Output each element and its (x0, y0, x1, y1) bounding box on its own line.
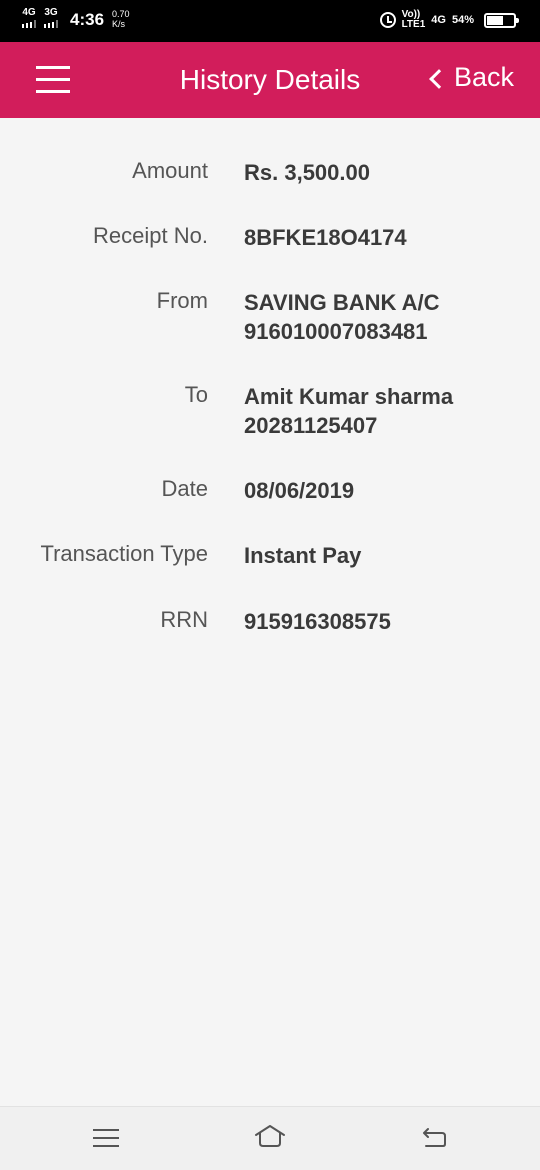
detail-label: Amount (132, 158, 208, 183)
payee-name: Amit Kumar sharma (244, 384, 454, 409)
detail-value: Instant Pay (244, 543, 362, 568)
detail-label: RRN (160, 607, 208, 632)
network-type-1: 4G (22, 7, 36, 18)
network-type-2: 3G (44, 7, 58, 18)
detail-label: Date (161, 476, 208, 501)
recent-apps-icon[interactable] (93, 1129, 119, 1153)
detail-label: Transaction Type (40, 541, 208, 566)
status-bar: 4G 3G 4:36 0.70 K/s Vo)) LTE1 4G 54% (0, 0, 540, 42)
signal-icon: 4G (22, 8, 36, 28)
detail-value: Rs. 3,500.00 (244, 160, 370, 185)
detail-value: 915916308575 (244, 609, 391, 634)
detail-value: 08/06/2019 (244, 478, 355, 503)
network-type-right: 4G (431, 14, 446, 26)
status-time: 4:36 (70, 10, 105, 29)
detail-label: From (156, 288, 208, 313)
alarm-icon (379, 12, 396, 28)
detail-value: Amit Kumar sharma 20281125407 (244, 382, 534, 440)
back-button[interactable]: Back (429, 62, 514, 93)
detail-label: Receipt No. (93, 223, 208, 248)
account-number: 916010007083481 (244, 319, 428, 344)
back-nav-icon[interactable] (420, 1125, 448, 1149)
battery-percent: 54% (451, 14, 474, 26)
chevron-left-icon (429, 68, 449, 89)
detail-value: 8BFKE18O4174 (244, 225, 407, 250)
volte-indicator: Vo)) LTE1 (401, 9, 426, 30)
network-speed: 0.70 K/s (112, 9, 130, 29)
detail-label: To (184, 382, 208, 407)
battery-icon (484, 12, 519, 28)
payee-account: 20281125407 (244, 413, 378, 438)
details-panel: Amount Rs. 3,500.00 Receipt No. 8BFKE18O… (0, 118, 540, 1106)
app-bar: History Details Back (0, 42, 540, 118)
account-type: SAVING BANK A/C (244, 290, 440, 315)
back-label: Back (453, 62, 514, 92)
detail-value: SAVING BANK A/C 916010007083481 (244, 288, 534, 346)
home-icon[interactable] (254, 1123, 286, 1149)
system-nav-bar (0, 1106, 540, 1170)
signal-icon: 3G (44, 8, 58, 28)
